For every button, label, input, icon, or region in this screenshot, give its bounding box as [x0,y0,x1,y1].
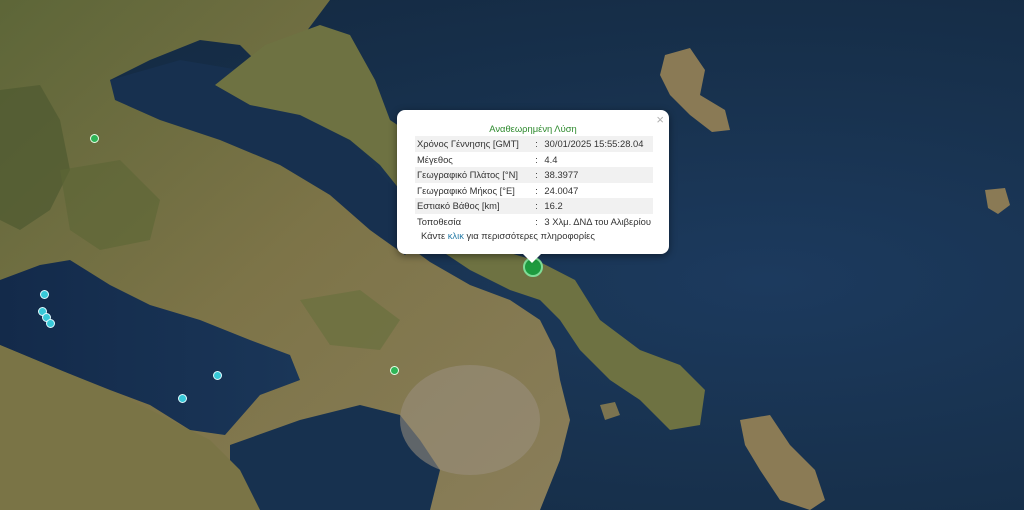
info-value: 4.4 [544,153,558,165]
earthquake-marker[interactable] [213,371,222,380]
info-row: Εστιακό Βάθος [km]:16.2 [415,198,653,214]
skyros-island [660,48,730,132]
info-label: Μέγεθος [417,153,453,165]
info-row: Γεωγραφικό Μήκος [°E]:24.0047 [415,183,653,199]
close-icon[interactable]: × [656,112,664,127]
info-label: Εστιακό Βάθος [km] [415,198,534,214]
info-separator: : [533,167,543,183]
info-label: Γεωγραφικό Πλάτος [°N] [415,167,534,183]
info-label: Χρόνος Γέννησης [GMT] [415,136,534,152]
info-separator: : [533,136,543,152]
info-separator: : [535,184,538,196]
info-table: Χρόνος Γέννησης [GMT]:30/01/2025 15:55:2… [415,136,653,229]
attica-urban-area [400,365,540,475]
popup-footer: Κάντε κλικ για περισσότερες πληροφορίες [397,230,669,241]
info-row: Χρόνος Γέννησης [GMT]:30/01/2025 15:55:2… [415,136,653,152]
info-label: Γεωγραφικό Μήκος [°E] [417,184,515,196]
info-separator: : [533,198,543,214]
earthquake-marker[interactable] [40,290,49,299]
small-island-east [985,188,1010,214]
earthquake-marker[interactable] [46,319,55,328]
satellite-map[interactable]: × Αναθεωρημένη Λύση Χρόνος Γέννησης [GMT… [0,0,1024,510]
footer-prefix: Κάντε [421,230,448,241]
footer-suffix: για περισσότερες πληροφορίες [463,230,595,241]
popup-title: Αναθεωρημένη Λύση [489,123,577,134]
info-separator: : [535,153,538,165]
earthquake-marker[interactable] [90,134,99,143]
info-row: Γεωγραφικό Πλάτος [°N]:38.3977 [415,167,653,183]
small-island-south [600,402,620,420]
info-value: 16.2 [542,198,653,214]
info-value: 3 Χλμ. ΔΝΔ του Αλιβερίου [544,215,651,227]
more-info-link[interactable]: κλικ [448,230,464,241]
info-label: Τοποθεσία [417,215,462,227]
info-value: 30/01/2025 15:55:28.04 [542,136,653,152]
earthquake-marker[interactable] [178,394,187,403]
terrain-layer [0,0,1010,510]
earthquake-marker[interactable] [390,366,399,375]
info-row: Μέγεθος:4.4 [415,152,653,168]
earthquake-info-popup: × Αναθεωρημένη Λύση Χρόνος Γέννησης [GMT… [397,110,669,263]
andros-island [740,415,825,510]
info-value: 38.3977 [542,167,653,183]
info-row: Τοποθεσία:3 Χλμ. ΔΝΔ του Αλιβερίου [415,214,653,230]
info-separator: : [535,215,538,227]
info-value: 24.0047 [544,184,579,196]
